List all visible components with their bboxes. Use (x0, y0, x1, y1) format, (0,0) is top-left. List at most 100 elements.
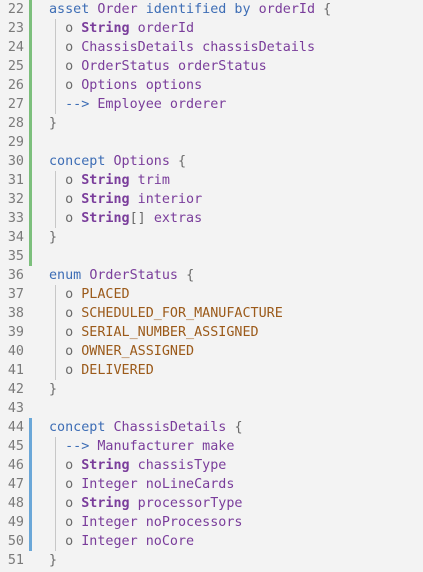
gutter-added-marker[interactable] (29, 57, 32, 76)
code-text[interactable]: o Integer noCore (49, 532, 194, 551)
code-line[interactable]: 27 --> Employee orderer (0, 95, 423, 114)
code-token: OWNER_ASSIGNED (81, 344, 195, 359)
line-number: 36 (7, 268, 24, 283)
line-number: 29 (7, 135, 24, 150)
gutter-added-marker[interactable] (29, 76, 32, 95)
code-token: o (49, 306, 82, 321)
gutter-added-marker[interactable] (29, 114, 32, 133)
code-line[interactable]: 51} (0, 551, 423, 570)
code-text[interactable]: o OWNER_ASSIGNED (49, 342, 194, 361)
code-token: { (186, 268, 195, 283)
code-token: identified by (145, 2, 259, 17)
code-token: chassisType (129, 458, 227, 473)
code-line[interactable]: 29 (0, 133, 423, 152)
code-token: orderId (258, 2, 324, 17)
code-token: o (49, 534, 82, 549)
code-text[interactable]: o Options options (49, 76, 202, 95)
gutter-added-marker[interactable] (29, 0, 32, 19)
code-text[interactable]: o ChassisDetails chassisDetails (49, 38, 315, 57)
code-line[interactable]: 35 (0, 247, 423, 266)
code-token: } (49, 116, 58, 131)
code-token: OrderStatus (89, 268, 187, 283)
code-line[interactable]: 44 concept ChassisDetails { (0, 418, 423, 437)
code-line[interactable]: 26 o Options options (0, 76, 423, 95)
code-text[interactable]: } (49, 551, 57, 570)
code-line[interactable]: 24 o ChassisDetails chassisDetails (0, 38, 423, 57)
code-token: String (81, 496, 130, 511)
gutter-added-marker[interactable] (29, 190, 32, 209)
code-line[interactable]: 39 o SERIAL_NUMBER_ASSIGNED (0, 323, 423, 342)
gutter-modified-marker[interactable] (29, 418, 32, 437)
code-token: o (49, 78, 82, 93)
code-line[interactable]: 50 o Integer noCore (0, 532, 423, 551)
code-line[interactable]: 25 o OrderStatus orderStatus (0, 57, 423, 76)
code-token: Employee orderer (97, 97, 227, 112)
code-editor[interactable]: 22 asset Order identified by orderId {23 … (0, 0, 423, 572)
code-text[interactable]: concept ChassisDetails { (49, 418, 243, 437)
gutter-added-marker[interactable] (29, 133, 32, 152)
code-line[interactable]: 32 o String interior (0, 190, 423, 209)
code-token: [] (129, 211, 154, 226)
code-line[interactable]: 40 o OWNER_ASSIGNED (0, 342, 423, 361)
code-text[interactable]: o String[] extras (49, 209, 202, 228)
code-text[interactable]: } (49, 114, 57, 133)
code-line[interactable]: 46 o String chassisType (0, 456, 423, 475)
gutter-modified-marker[interactable] (29, 437, 32, 456)
code-text[interactable]: o DELIVERED (49, 361, 154, 380)
code-line[interactable]: 33 o String[] extras (0, 209, 423, 228)
code-line[interactable]: 31 o String trim (0, 171, 423, 190)
code-line[interactable]: 49 o Integer noProcessors (0, 513, 423, 532)
code-line[interactable]: 38 o SCHEDULED_FOR_MANUFACTURE (0, 304, 423, 323)
gutter-modified-marker[interactable] (29, 532, 32, 551)
code-text[interactable]: o SERIAL_NUMBER_ASSIGNED (49, 323, 259, 342)
code-line[interactable]: 42} (0, 380, 423, 399)
code-line[interactable]: 34} (0, 228, 423, 247)
code-line[interactable]: 37 o PLACED (0, 285, 423, 304)
gutter-added-marker[interactable] (29, 228, 32, 247)
code-token: o (49, 363, 82, 378)
code-line[interactable]: 28} (0, 114, 423, 133)
code-line[interactable]: 22 asset Order identified by orderId { (0, 0, 423, 19)
code-text[interactable]: concept Options { (49, 152, 186, 171)
gutter-modified-marker[interactable] (29, 513, 32, 532)
code-text[interactable]: o SCHEDULED_FOR_MANUFACTURE (49, 304, 283, 323)
gutter-added-marker[interactable] (29, 95, 32, 114)
code-token: --> (49, 439, 98, 454)
code-text[interactable]: asset Order identified by orderId { (49, 0, 331, 19)
code-text[interactable]: } (49, 228, 57, 247)
code-text[interactable]: o PLACED (49, 285, 130, 304)
code-line[interactable]: 23 o String orderId (0, 19, 423, 38)
code-text[interactable]: o String processorType (49, 494, 242, 513)
code-text[interactable]: --> Manufacturer make (49, 437, 234, 456)
code-line[interactable]: 47 o Integer noLineCards (0, 475, 423, 494)
code-line[interactable]: 36 enum OrderStatus { (0, 266, 423, 285)
code-token: enum (49, 268, 90, 283)
code-text[interactable]: o Integer noLineCards (49, 475, 234, 494)
gutter-modified-marker[interactable] (29, 456, 32, 475)
code-line[interactable]: 45 --> Manufacturer make (0, 437, 423, 456)
code-line[interactable]: 43 (0, 399, 423, 418)
code-text[interactable]: o String chassisType (49, 456, 226, 475)
code-text[interactable]: --> Employee orderer (49, 95, 226, 114)
code-token: } (49, 382, 58, 397)
code-line[interactable]: 48 o String processorType (0, 494, 423, 513)
gutter-added-marker[interactable] (29, 209, 32, 228)
gutter-modified-marker[interactable] (29, 475, 32, 494)
line-number: 28 (7, 116, 24, 131)
gutter-modified-marker[interactable] (29, 494, 32, 513)
code-line[interactable]: 30 concept Options { (0, 152, 423, 171)
code-text[interactable]: o Integer noProcessors (49, 513, 242, 532)
code-text[interactable]: o String orderId (49, 19, 194, 38)
line-number: 32 (7, 192, 24, 207)
code-line[interactable]: 41 o DELIVERED (0, 361, 423, 380)
code-text[interactable]: } (49, 380, 57, 399)
code-text[interactable]: enum OrderStatus { (49, 266, 194, 285)
code-text[interactable]: o String trim (49, 171, 170, 190)
gutter-added-marker[interactable] (29, 19, 32, 38)
code-text[interactable]: o String interior (49, 190, 202, 209)
gutter-added-marker[interactable] (29, 171, 32, 190)
gutter-added-marker[interactable] (29, 38, 32, 57)
gutter-added-marker[interactable] (29, 247, 32, 266)
gutter-added-marker[interactable] (29, 152, 32, 171)
code-text[interactable]: o OrderStatus orderStatus (49, 57, 267, 76)
